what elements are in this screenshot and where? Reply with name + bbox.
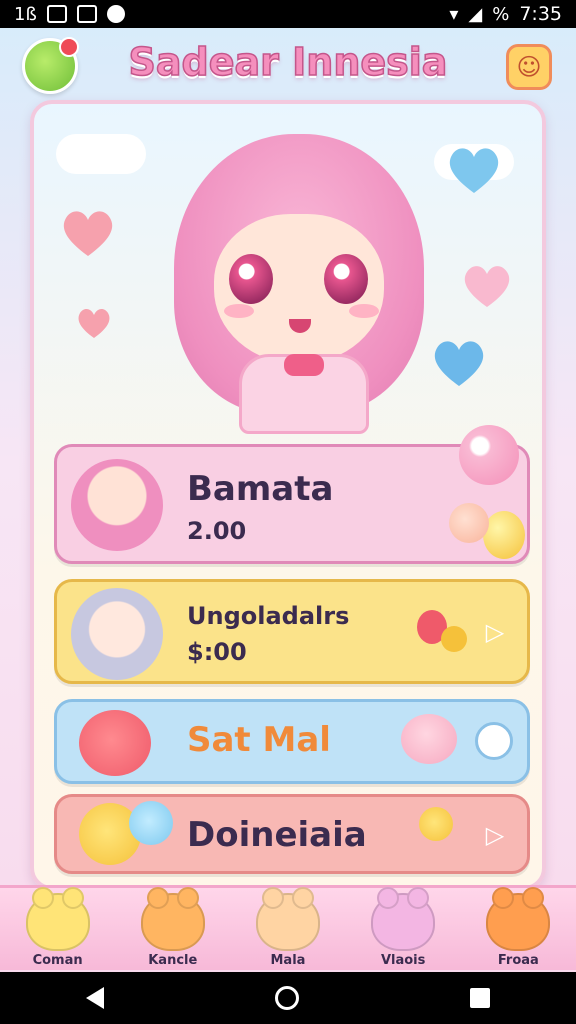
wifi-icon: ▾: [449, 3, 459, 25]
character-blush: [349, 304, 379, 318]
record-icon: [106, 5, 125, 23]
frog-face-icon: [486, 887, 551, 951]
lock-icon: [76, 5, 97, 23]
item-title: Sat Mal: [187, 720, 331, 760]
mascot-bird-icon[interactable]: [22, 37, 79, 94]
nav-item-froaa[interactable]: Froaa: [468, 887, 568, 968]
nav-label: Vlaois: [380, 953, 426, 968]
menu-face-icon[interactable]: ☺: [506, 44, 552, 90]
heart-balloon-icon: [434, 341, 484, 386]
heart-icon: [63, 211, 113, 256]
nav-item-kancle[interactable]: Kancle: [123, 887, 223, 968]
chevron-right-icon[interactable]: ▷: [477, 614, 513, 650]
character-bow: [284, 354, 324, 376]
heart-icon: [78, 309, 110, 338]
list-item-ungoladalrs[interactable]: Ungoladalrs $:00 ▷: [54, 579, 530, 684]
nav-label: Froaa: [497, 953, 539, 968]
list-item-sat-mal[interactable]: Sat Mal: [54, 699, 530, 784]
balloon-icon: [483, 511, 525, 559]
character-thumbnail: [71, 459, 163, 551]
item-value: $:00: [187, 638, 247, 666]
bun-icon: [449, 503, 489, 543]
cloud-decoration: [56, 134, 146, 174]
home-icon[interactable]: [274, 986, 299, 1010]
heart-balloon-icon: [449, 148, 499, 193]
nav-label: Coman: [32, 953, 83, 968]
header: Sadear Innesia ☺: [0, 30, 576, 100]
signal-icon: ◢: [468, 3, 483, 25]
item-value: 2.00: [187, 517, 247, 545]
clock: 7:35: [519, 3, 562, 25]
nav-item-coman[interactable]: Coman: [8, 887, 108, 968]
app-title: Sadear Innesia: [128, 39, 448, 85]
item-title: Doineiaia: [187, 815, 367, 855]
main-card: Bamata 2.00 Ungoladalrs $:00 ▷ Sat Mal D…: [30, 100, 546, 890]
search-circle-icon[interactable]: [475, 722, 513, 760]
hero-banner: [34, 104, 542, 434]
item-title: Bamata: [187, 469, 334, 509]
item-title: Ungoladalrs: [187, 602, 350, 630]
battery-text: %: [492, 3, 510, 25]
character-thumbnail: [71, 588, 163, 680]
bottom-nav: Coman Kancle Mala Vlaois Froaa: [0, 885, 576, 970]
blue-balloon-icon: [129, 801, 173, 845]
nav-item-vlaois[interactable]: Vlaois: [353, 887, 453, 968]
cat-face-icon: [371, 887, 436, 951]
pig-icon: [401, 714, 457, 764]
character-eye: [229, 254, 273, 304]
nav-label: Kancle: [148, 953, 198, 968]
status-bar: 1ß ▾ ◢ % 7:35: [0, 0, 576, 28]
status-left: 1ß: [14, 4, 125, 25]
fox-face-icon: [140, 887, 205, 951]
balloon-icon: [441, 626, 467, 652]
recent-apps-icon[interactable]: [470, 988, 491, 1008]
character-blush: [224, 304, 254, 318]
system-nav-bar: [0, 972, 576, 1024]
nav-item-mala[interactable]: Mala: [238, 887, 338, 968]
chevron-right-icon[interactable]: ▷: [477, 817, 513, 853]
pink-blob-icon: [79, 710, 151, 776]
bunny-face-icon: [255, 887, 320, 951]
list-item-bamata[interactable]: Bamata 2.00: [54, 425, 530, 564]
heart-icon: [464, 266, 510, 307]
nav-label: Mala: [270, 953, 306, 968]
back-icon[interactable]: [85, 987, 104, 1009]
balloon-icon: [459, 425, 519, 485]
status-right: ▾ ◢ % 7:35: [449, 3, 562, 25]
status-text: 1ß: [14, 3, 37, 25]
notification-icon: [46, 5, 67, 23]
chick-icon: [419, 807, 453, 841]
bear-face-icon: [25, 887, 90, 951]
list-item-doineiaia[interactable]: Doineiaia ▷: [54, 794, 530, 874]
character-eye: [324, 254, 368, 304]
